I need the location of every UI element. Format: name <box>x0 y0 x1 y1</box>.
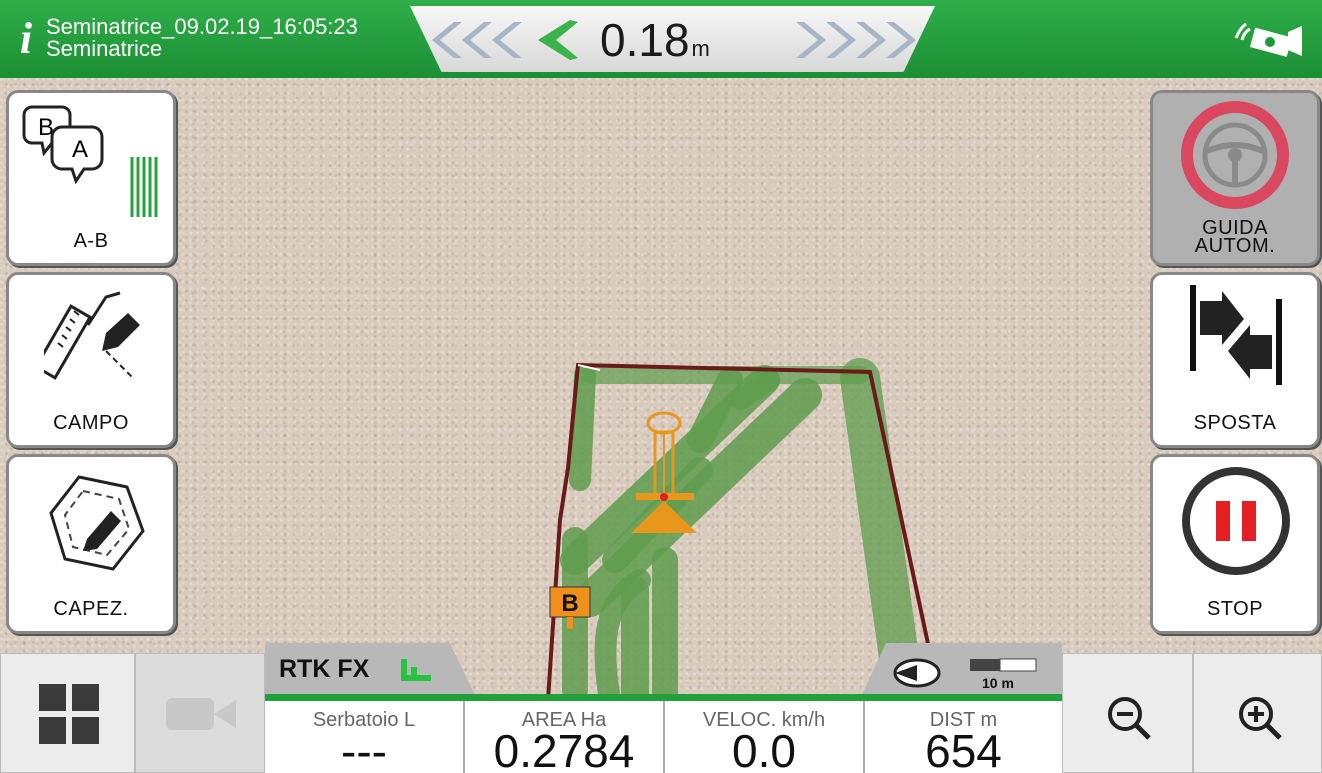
autosteer-label: GUIDA AUTOM. <box>1153 218 1317 257</box>
autosteer-button[interactable]: GUIDA AUTOM. <box>1150 90 1320 266</box>
stop-label: STOP <box>1206 598 1264 620</box>
zoom-in-button[interactable] <box>1193 653 1322 773</box>
right-chevron-icon <box>826 22 856 58</box>
zoom-in-icon <box>1239 697 1282 740</box>
zoom-out-icon <box>1108 697 1151 740</box>
job-title: Seminatrice_09.02.19_16:05:23 Seminatric… <box>46 16 358 60</box>
scale-graphics <box>893 658 1037 688</box>
sposta-label: SPOSTA <box>1193 412 1277 434</box>
right-chevron-icon <box>856 22 886 58</box>
steering-wheel-icon <box>1181 101 1289 209</box>
job-name: Seminatrice_09.02.19_16:05:23 <box>46 14 358 39</box>
crosstrack-unit: m <box>691 36 710 61</box>
rtk-status-label: RTK FX <box>279 655 370 683</box>
capezzagna-button[interactable]: CAPEZ. <box>6 454 176 634</box>
gnss-antenna-icon[interactable] <box>1230 16 1308 60</box>
coverage-swath <box>569 364 596 491</box>
ab-line-icon: B A <box>22 105 158 217</box>
video-camera-icon <box>166 698 236 730</box>
implement-name: Seminatrice <box>46 36 163 61</box>
crosstrack-number: 0.18 <box>600 14 690 66</box>
crosstrack-value: 0.18m <box>600 13 710 76</box>
right-chevron-icon <box>796 22 826 58</box>
headland-pencil-icon <box>49 475 145 571</box>
speed-readout[interactable]: VELOC. km/h 0.0 <box>665 701 865 773</box>
rtk-status-plate: RTK FX <box>265 643 475 695</box>
map-scale-plate <box>862 643 1062 695</box>
b-marker-label: B <box>561 590 578 617</box>
left-chevron-icon <box>462 22 492 58</box>
autosteer-label-line2: AUTOM. <box>1194 235 1276 257</box>
info-icon[interactable]: i <box>8 10 44 68</box>
campo-button[interactable]: CAMPO <box>6 272 176 448</box>
stop-button[interactable]: STOP <box>1150 454 1320 634</box>
grid-menu-icon <box>39 684 99 744</box>
right-chevron-icon <box>886 22 916 58</box>
left-chevron-active-icon <box>538 20 578 60</box>
shift-line-icon <box>1190 285 1282 385</box>
top-bar: i Seminatrice_09.02.19_16:05:23 Seminatr… <box>0 0 1322 78</box>
sposta-button[interactable]: SPOSTA <box>1150 272 1320 448</box>
speed-value: 0.0 <box>732 725 796 773</box>
menu-button[interactable] <box>0 653 135 773</box>
zoom-out-button[interactable] <box>1062 653 1193 773</box>
ab-line-label: A-B <box>73 230 109 252</box>
distance-readout[interactable]: DIST m 654 <box>865 701 1062 773</box>
distance-value: 654 <box>925 725 1002 773</box>
capezzagna-label: CAPEZ. <box>53 598 129 620</box>
tank-value: --- <box>341 725 387 773</box>
svg-text:A: A <box>72 136 88 163</box>
campo-label: CAMPO <box>53 412 129 434</box>
camera-button[interactable] <box>135 653 265 773</box>
rtk-signal-icon <box>401 659 431 681</box>
readout-bar-accent <box>265 694 1062 701</box>
area-value: 0.2784 <box>493 725 635 773</box>
pause-icon <box>1182 467 1290 575</box>
ab-line-button[interactable]: B A A-B <box>6 90 176 266</box>
scale-label: 10 m <box>982 675 1014 691</box>
left-chevron-icon <box>432 22 462 58</box>
area-readout[interactable]: AREA Ha 0.2784 <box>465 701 665 773</box>
tank-readout[interactable]: Serbatoio L --- <box>265 701 465 773</box>
left-chevron-icon <box>492 22 522 58</box>
field-boundary-pencil-icon <box>44 291 140 380</box>
